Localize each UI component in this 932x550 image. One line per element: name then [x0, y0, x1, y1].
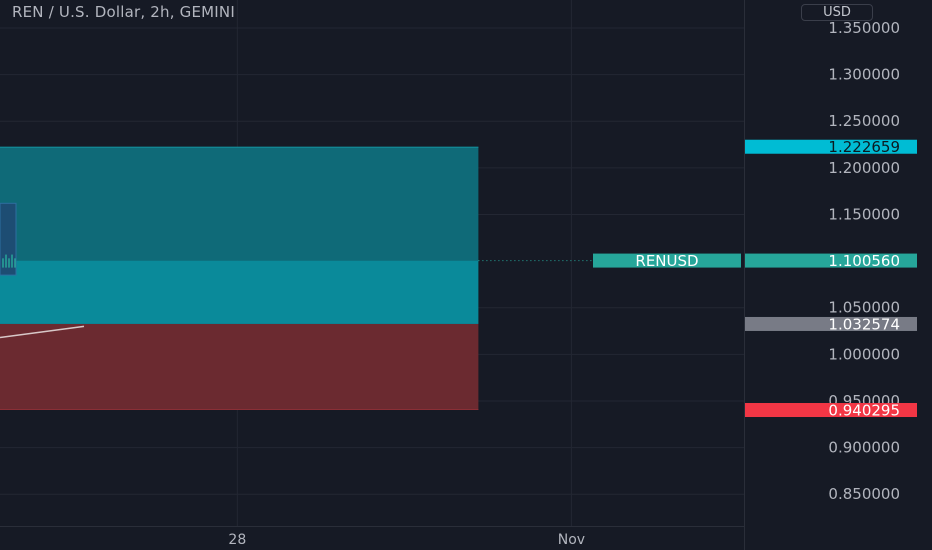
price-badge-label-target: 1.222659: [828, 138, 900, 156]
x-tick-label: 28: [228, 532, 246, 548]
chart-area[interactable]: 1.350000 1.300000 1.250000 1.200000 1.150000…: [0, 0, 932, 550]
chart-title: REN / U.S. Dollar, 2h, GEMINI: [12, 3, 235, 21]
currency-selector[interactable]: USD: [801, 4, 873, 21]
y-tick-label: 1.350000: [828, 19, 900, 37]
price-badge-label-entry: 1.032574: [828, 315, 900, 333]
price-badge-label-current: 1.100560: [828, 252, 900, 270]
profit-zone-lower: [0, 260, 479, 324]
y-tick-label: 1.250000: [828, 112, 900, 130]
x-tick-label: Nov: [558, 532, 585, 548]
y-tick-label: 1.000000: [828, 345, 900, 363]
y-tick-label: 1.300000: [828, 66, 900, 84]
profit-zone-upper: [0, 146, 479, 261]
y-tick-label: 1.050000: [828, 299, 900, 317]
price-chart[interactable]: 1.350000 1.300000 1.250000 1.200000 1.150000…: [0, 0, 932, 550]
y-tick-label: 1.200000: [828, 159, 900, 177]
symbol-tag-label: RENUSD: [635, 252, 698, 270]
price-badge-label-stop: 0.940295: [828, 402, 900, 420]
y-tick-label: 0.850000: [828, 485, 900, 503]
y-tick-label: 1.150000: [828, 205, 900, 223]
stop-zone: [0, 323, 479, 411]
y-tick-label: 0.900000: [828, 439, 900, 457]
